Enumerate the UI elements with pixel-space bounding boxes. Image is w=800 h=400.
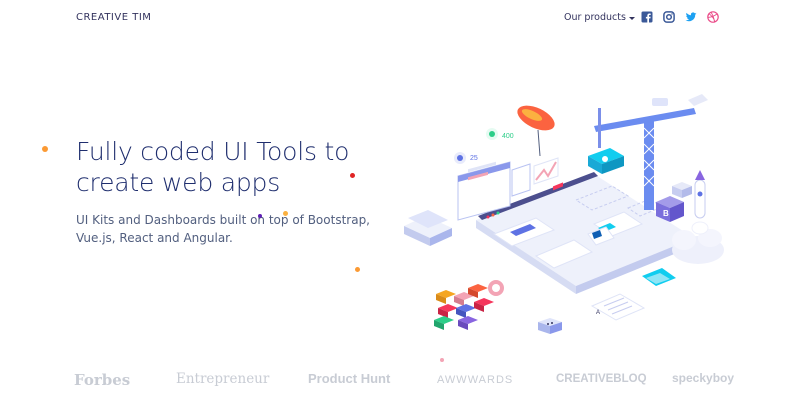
- twitter-icon[interactable]: [685, 11, 697, 23]
- image-card-icon: [642, 268, 676, 286]
- decor-dot-red: [350, 173, 355, 178]
- press-forbes: Forbes: [74, 371, 131, 389]
- badge-right-text: 400: [502, 133, 514, 140]
- decor-dot-orange: [42, 146, 48, 152]
- headline-line-1: Fully coded UI Tools to: [76, 137, 350, 166]
- brand-logo[interactable]: CREATIVE TIM: [76, 12, 151, 23]
- blimp-icon: [517, 105, 555, 157]
- document-icon: A: [590, 293, 646, 321]
- decor-dot-yellow: [283, 211, 288, 216]
- decor-dot-pink: [440, 358, 444, 362]
- chevron-down-icon: [628, 16, 635, 20]
- hero-headline: Fully coded UI Tools to create web apps: [76, 136, 406, 198]
- app-tiles: [434, 280, 504, 330]
- decor-dot-purple: [258, 214, 262, 218]
- press-creative-bloq: CREATIVEBLOQ: [556, 373, 647, 385]
- subtitle-line-2: Vue.js, React and Angular.: [76, 231, 233, 245]
- subtitle-line-1: UI Kits and Dashboards built on top of B…: [76, 213, 370, 227]
- svg-text:B: B: [663, 209, 669, 218]
- small-square-icon: [538, 318, 562, 334]
- facebook-icon[interactable]: [641, 11, 653, 23]
- stats-badges: 25 400: [454, 128, 514, 164]
- press-awwwards: AWWWARDS: [437, 374, 514, 386]
- chart-card-icon: [533, 157, 559, 185]
- decor-dot-orange-2: [355, 267, 360, 272]
- svg-text:A: A: [596, 310, 600, 316]
- press-product-hunt: Product Hunt: [308, 371, 391, 386]
- hero-subtitle: UI Kits and Dashboards built on top of B…: [76, 211, 381, 247]
- headline-line-2: create web apps: [76, 168, 281, 197]
- instagram-icon[interactable]: [663, 11, 675, 23]
- hero-illustration: 25 400 B A: [404, 94, 724, 334]
- small-cubes: [672, 182, 692, 198]
- press-entrepreneur: Entrepreneur: [176, 371, 270, 387]
- our-products-dropdown[interactable]: Our products: [564, 12, 635, 23]
- left-blocks: [404, 210, 452, 246]
- our-products-label: Our products: [564, 12, 626, 23]
- press-speckyboy: speckyboy: [672, 371, 735, 385]
- dribbble-icon[interactable]: [707, 11, 719, 23]
- badge-left-text: 25: [470, 155, 478, 162]
